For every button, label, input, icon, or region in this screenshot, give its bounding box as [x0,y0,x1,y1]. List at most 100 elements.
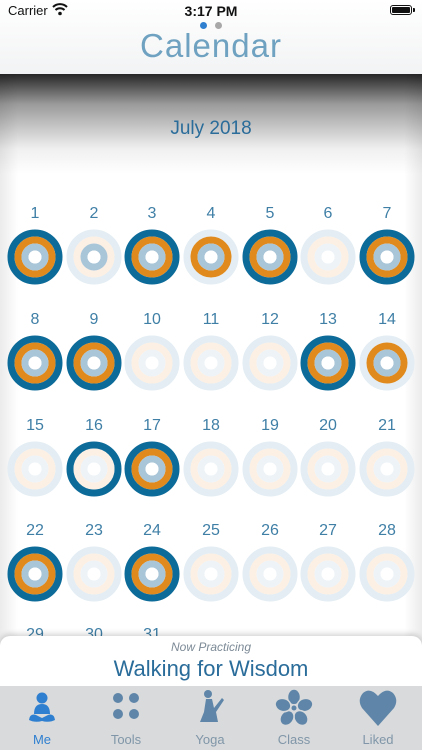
day-number: 5 [265,205,275,222]
ring-center [28,462,42,476]
ring-center [28,356,42,370]
ring-center [87,567,101,581]
calendar-day[interactable]: 1 [5,205,65,305]
progress-rings[interactable] [124,441,180,497]
calendar-day[interactable]: 19 [240,417,300,517]
calendar-day[interactable]: 28 [357,522,417,622]
day-number: 9 [89,311,99,328]
calendar-day[interactable]: 21 [357,417,417,517]
progress-rings[interactable] [66,229,122,285]
calendar-day[interactable]: 10 [122,311,182,411]
calendar-day[interactable]: 17 [122,417,182,517]
tab-class-label: Class [277,732,311,747]
tab-me[interactable]: Me [0,686,84,750]
ring-center [204,462,218,476]
day-number: 17 [143,417,161,434]
day-number: 20 [319,417,337,434]
ring-center [145,567,159,581]
progress-rings[interactable] [7,441,63,497]
tab-yoga[interactable]: Yoga [168,686,252,750]
ring-center [380,356,394,370]
day-number: 22 [26,522,44,539]
progress-rings[interactable] [183,546,239,602]
calendar-day[interactable]: 18 [181,417,241,517]
progress-rings[interactable] [183,335,239,391]
ring-center [28,567,42,581]
day-number: 10 [143,311,161,328]
calendar-day[interactable]: 26 [240,522,300,622]
day-number: 11 [202,311,220,328]
ring-center [87,462,101,476]
tab-liked[interactable]: Liked [336,686,420,750]
calendar-day[interactable]: 16 [64,417,124,517]
progress-rings[interactable] [359,441,415,497]
lotus-flower-icon [274,688,314,727]
calendar-day[interactable]: 2 [64,205,124,305]
progress-rings[interactable] [242,335,298,391]
calendar-day[interactable]: 22 [5,522,65,622]
progress-rings[interactable] [242,546,298,602]
calendar-day[interactable]: 12 [240,311,300,411]
progress-rings[interactable] [242,229,298,285]
tab-liked-label: Liked [362,732,394,747]
progress-rings[interactable] [66,546,122,602]
now-practicing-bar[interactable]: Now Practicing Walking for Wisdom [0,636,422,686]
tab-me-label: Me [32,732,52,747]
progress-rings[interactable] [124,546,180,602]
calendar-day[interactable]: 27 [298,522,358,622]
calendar-day[interactable]: 7 [357,205,417,305]
progress-rings[interactable] [124,335,180,391]
progress-rings[interactable] [183,441,239,497]
calendar-day[interactable]: 8 [5,311,65,411]
day-number: 25 [202,522,220,539]
tab-yoga-label: Yoga [195,732,225,747]
progress-rings[interactable] [300,546,356,602]
tab-tools[interactable]: Tools [84,686,168,750]
tab-class[interactable]: Class [252,686,336,750]
calendar-day[interactable]: 24 [122,522,182,622]
progress-rings[interactable] [359,229,415,285]
calendar-day[interactable]: 6 [298,205,358,305]
progress-rings[interactable] [183,229,239,285]
status-time: 3:17 PM [184,3,238,19]
progress-rings[interactable] [7,546,63,602]
progress-rings[interactable] [66,441,122,497]
progress-rings[interactable] [7,229,63,285]
progress-rings[interactable] [7,335,63,391]
ring-center [321,356,335,370]
progress-rings[interactable] [359,335,415,391]
day-number: 15 [26,417,44,434]
ring-center [263,567,277,581]
progress-rings[interactable] [300,335,356,391]
ring-center [204,250,218,264]
calendar-day[interactable]: 25 [181,522,241,622]
ring-center [263,462,277,476]
progress-rings[interactable] [242,441,298,497]
day-number: 14 [378,311,396,328]
day-number: 18 [202,417,220,434]
day-number: 3 [147,205,157,222]
page-title: Calendar [140,27,282,64]
ring-center [380,250,394,264]
calendar-day[interactable]: 14 [357,311,417,411]
calendar-day[interactable]: 5 [240,205,300,305]
ring-center [263,356,277,370]
ring-center [380,462,394,476]
progress-rings[interactable] [359,546,415,602]
progress-rings[interactable] [124,229,180,285]
calendar-day[interactable]: 23 [64,522,124,622]
now-practicing-title[interactable]: Walking for Wisdom [0,656,422,682]
calendar-day[interactable]: 3 [122,205,182,305]
progress-rings[interactable] [300,229,356,285]
calendar-day[interactable]: 20 [298,417,358,517]
calendar-day[interactable]: 15 [5,417,65,517]
calendar-day[interactable]: 13 [298,311,358,411]
calendar-day[interactable]: 4 [181,205,241,305]
calendar-day[interactable]: 11 [181,311,241,411]
progress-rings[interactable] [66,335,122,391]
yoga-pose-icon [200,690,224,722]
day-number: 27 [319,522,337,539]
calendar-day[interactable]: 9 [64,311,124,411]
progress-rings[interactable] [300,441,356,497]
day-number: 23 [85,522,103,539]
